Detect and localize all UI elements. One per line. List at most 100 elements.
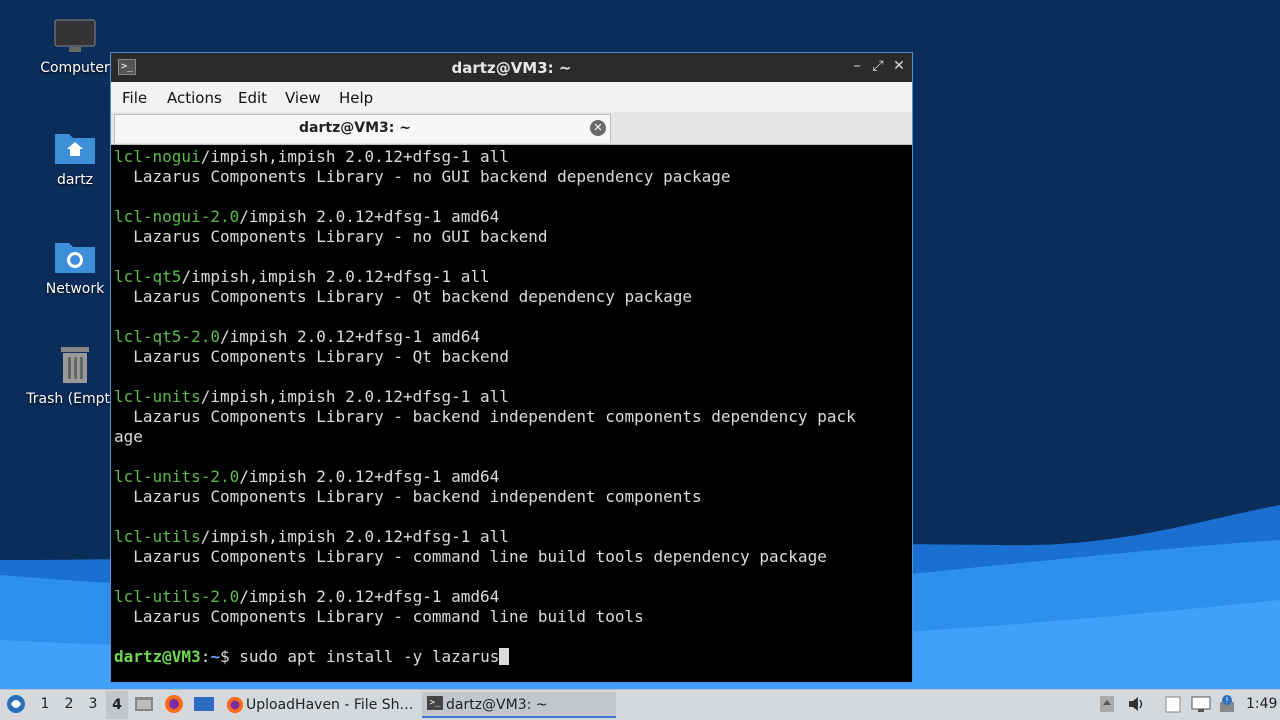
prompt-symbol: $: [219, 647, 230, 666]
menu-help[interactable]: Help: [339, 89, 373, 107]
network-folder-icon: [53, 237, 97, 275]
workspace-3[interactable]: 3: [84, 696, 102, 712]
task-terminal[interactable]: >_ dartz@VM3: ~: [422, 692, 616, 718]
tab-terminal[interactable]: dartz@VM3: ~ ✕: [114, 114, 611, 143]
prompt-line: dartz@VM3:~$ sudo apt install -y lazarus: [114, 647, 909, 667]
terminal-line: lcl-qt5/impish,impish 2.0.12+dfsg-1 all: [114, 267, 909, 287]
line-text: /impish 2.0.12+dfsg-1 amd64: [239, 467, 500, 486]
terminal-line: lcl-nogui/impish,impish 2.0.12+dfsg-1 al…: [114, 147, 909, 167]
menu-bar: File Actions Edit View Help: [111, 82, 912, 112]
line-text: /impish,impish 2.0.12+dfsg-1 all: [200, 387, 509, 406]
line-text: Lazarus Components Library - command lin…: [114, 607, 644, 626]
line-text: /impish 2.0.12+dfsg-1 amd64: [239, 587, 500, 606]
package-name: lcl-units: [114, 387, 201, 406]
workspace-2[interactable]: 2: [60, 696, 78, 712]
terminal-line: lcl-utils-2.0/impish 2.0.12+dfsg-1 amd64: [114, 587, 909, 607]
menu-view[interactable]: View: [285, 89, 321, 107]
start-menu-icon[interactable]: [6, 694, 26, 718]
svg-text:!: !: [1225, 696, 1228, 705]
terminal-line: Lazarus Components Library - command lin…: [114, 547, 909, 567]
terminal-line: age: [114, 427, 909, 447]
terminal-line: Lazarus Components Library - backend ind…: [114, 487, 909, 507]
close-icon[interactable]: ✕: [890, 58, 908, 74]
terminal-line: Lazarus Components Library - command lin…: [114, 607, 909, 627]
volume-icon[interactable]: [1127, 695, 1145, 717]
maximize-icon[interactable]: ⤢: [869, 58, 887, 74]
line-text: /impish,impish 2.0.12+dfsg-1 all: [181, 267, 490, 286]
terminal-line: Lazarus Components Library - backend ind…: [114, 407, 909, 427]
terminal-line: Lazarus Components Library - no GUI back…: [114, 227, 909, 247]
line-text: Lazarus Components Library - backend ind…: [114, 487, 702, 506]
update-notification-icon[interactable]: !: [1218, 694, 1236, 718]
workspace-1[interactable]: 1: [36, 696, 54, 712]
terminal-line: lcl-units/impish,impish 2.0.12+dfsg-1 al…: [114, 387, 909, 407]
package-name: lcl-qt5: [114, 267, 182, 286]
clipboard-icon[interactable]: [1165, 695, 1181, 717]
minimize-icon[interactable]: –: [848, 58, 866, 74]
tab-bar: dartz@VM3: ~ ✕: [111, 112, 912, 145]
prompt-path: ~: [210, 647, 220, 666]
package-name: lcl-units-2.0: [114, 467, 240, 486]
network-status-icon[interactable]: [1191, 695, 1211, 717]
text-cursor: [499, 648, 510, 665]
workspace-4[interactable]: 4: [106, 691, 128, 719]
package-name: lcl-nogui: [114, 147, 201, 166]
terminal-output[interactable]: lcl-nogui/impish,impish 2.0.12+dfsg-1 al…: [114, 147, 909, 680]
taskbar: 1 2 3 4 UploadHaven - File Sh… >_ dartz@…: [0, 689, 1280, 720]
tab-close-icon[interactable]: ✕: [590, 120, 606, 136]
desktop-show-icon[interactable]: [193, 695, 215, 717]
package-name: lcl-utils-2.0: [114, 587, 240, 606]
terminal-line: lcl-nogui-2.0/impish 2.0.12+dfsg-1 amd64: [114, 207, 909, 227]
line-text: /impish 2.0.12+dfsg-1 amd64: [219, 327, 481, 346]
line-text: Lazarus Components Library - backend ind…: [114, 407, 856, 426]
terminal-line: lcl-qt5-2.0/impish 2.0.12+dfsg-1 amd64: [114, 327, 909, 347]
line-text: /impish 2.0.12+dfsg-1 amd64: [239, 207, 500, 226]
line-text: Lazarus Components Library - no GUI back…: [114, 227, 548, 246]
terminal-line: Lazarus Components Library - Qt backend: [114, 347, 909, 367]
clock[interactable]: 1:49: [1246, 696, 1277, 712]
firefox-launcher-icon[interactable]: [164, 694, 184, 718]
prompt-command: sudo apt install -y lazarus: [229, 647, 500, 666]
package-name: lcl-qt5-2.0: [114, 327, 220, 346]
file-manager-icon[interactable]: [134, 695, 154, 717]
tab-label: dartz@VM3: ~: [299, 120, 411, 136]
terminal-icon: >_: [427, 696, 443, 710]
line-text: /impish,impish 2.0.12+dfsg-1 all: [200, 147, 509, 166]
terminal-line: lcl-utils/impish,impish 2.0.12+dfsg-1 al…: [114, 527, 909, 547]
home-folder-icon: [53, 128, 97, 166]
monitor-icon: [53, 18, 97, 54]
line-text: Lazarus Components Library - Qt backend …: [114, 287, 692, 306]
firefox-icon: [226, 696, 244, 718]
package-name: lcl-utils: [114, 527, 201, 546]
line-text: age: [114, 427, 143, 446]
menu-edit[interactable]: Edit: [238, 89, 267, 107]
terminal-line: lcl-units-2.0/impish 2.0.12+dfsg-1 amd64: [114, 467, 909, 487]
window-title: dartz@VM3: ~: [451, 59, 572, 77]
task-label: UploadHaven - File Sh…: [246, 697, 414, 713]
menu-actions[interactable]: Actions: [167, 89, 222, 107]
menu-file[interactable]: File: [122, 89, 147, 107]
keyboard-layout-icon[interactable]: [1099, 695, 1115, 717]
line-text: Lazarus Components Library - no GUI back…: [114, 167, 731, 186]
prompt-user: dartz@VM3: [114, 647, 201, 666]
window-titlebar[interactable]: >_ dartz@VM3: ~ – ⤢ ✕: [111, 53, 912, 82]
terminal-line: Lazarus Components Library - no GUI back…: [114, 167, 909, 187]
line-text: Lazarus Components Library - command lin…: [114, 547, 827, 566]
prompt-separator: :: [200, 647, 211, 666]
terminal-line: Lazarus Components Library - Qt backend …: [114, 287, 909, 307]
package-name: lcl-nogui-2.0: [114, 207, 240, 226]
task-firefox[interactable]: UploadHaven - File Sh…: [222, 692, 416, 718]
terminal-window[interactable]: >_ dartz@VM3: ~ – ⤢ ✕ File Actions Edit …: [110, 52, 913, 683]
line-text: /impish,impish 2.0.12+dfsg-1 all: [200, 527, 509, 546]
task-label: dartz@VM3: ~: [446, 697, 548, 713]
line-text: Lazarus Components Library - Qt backend: [114, 347, 509, 366]
trash-icon: [53, 345, 97, 385]
